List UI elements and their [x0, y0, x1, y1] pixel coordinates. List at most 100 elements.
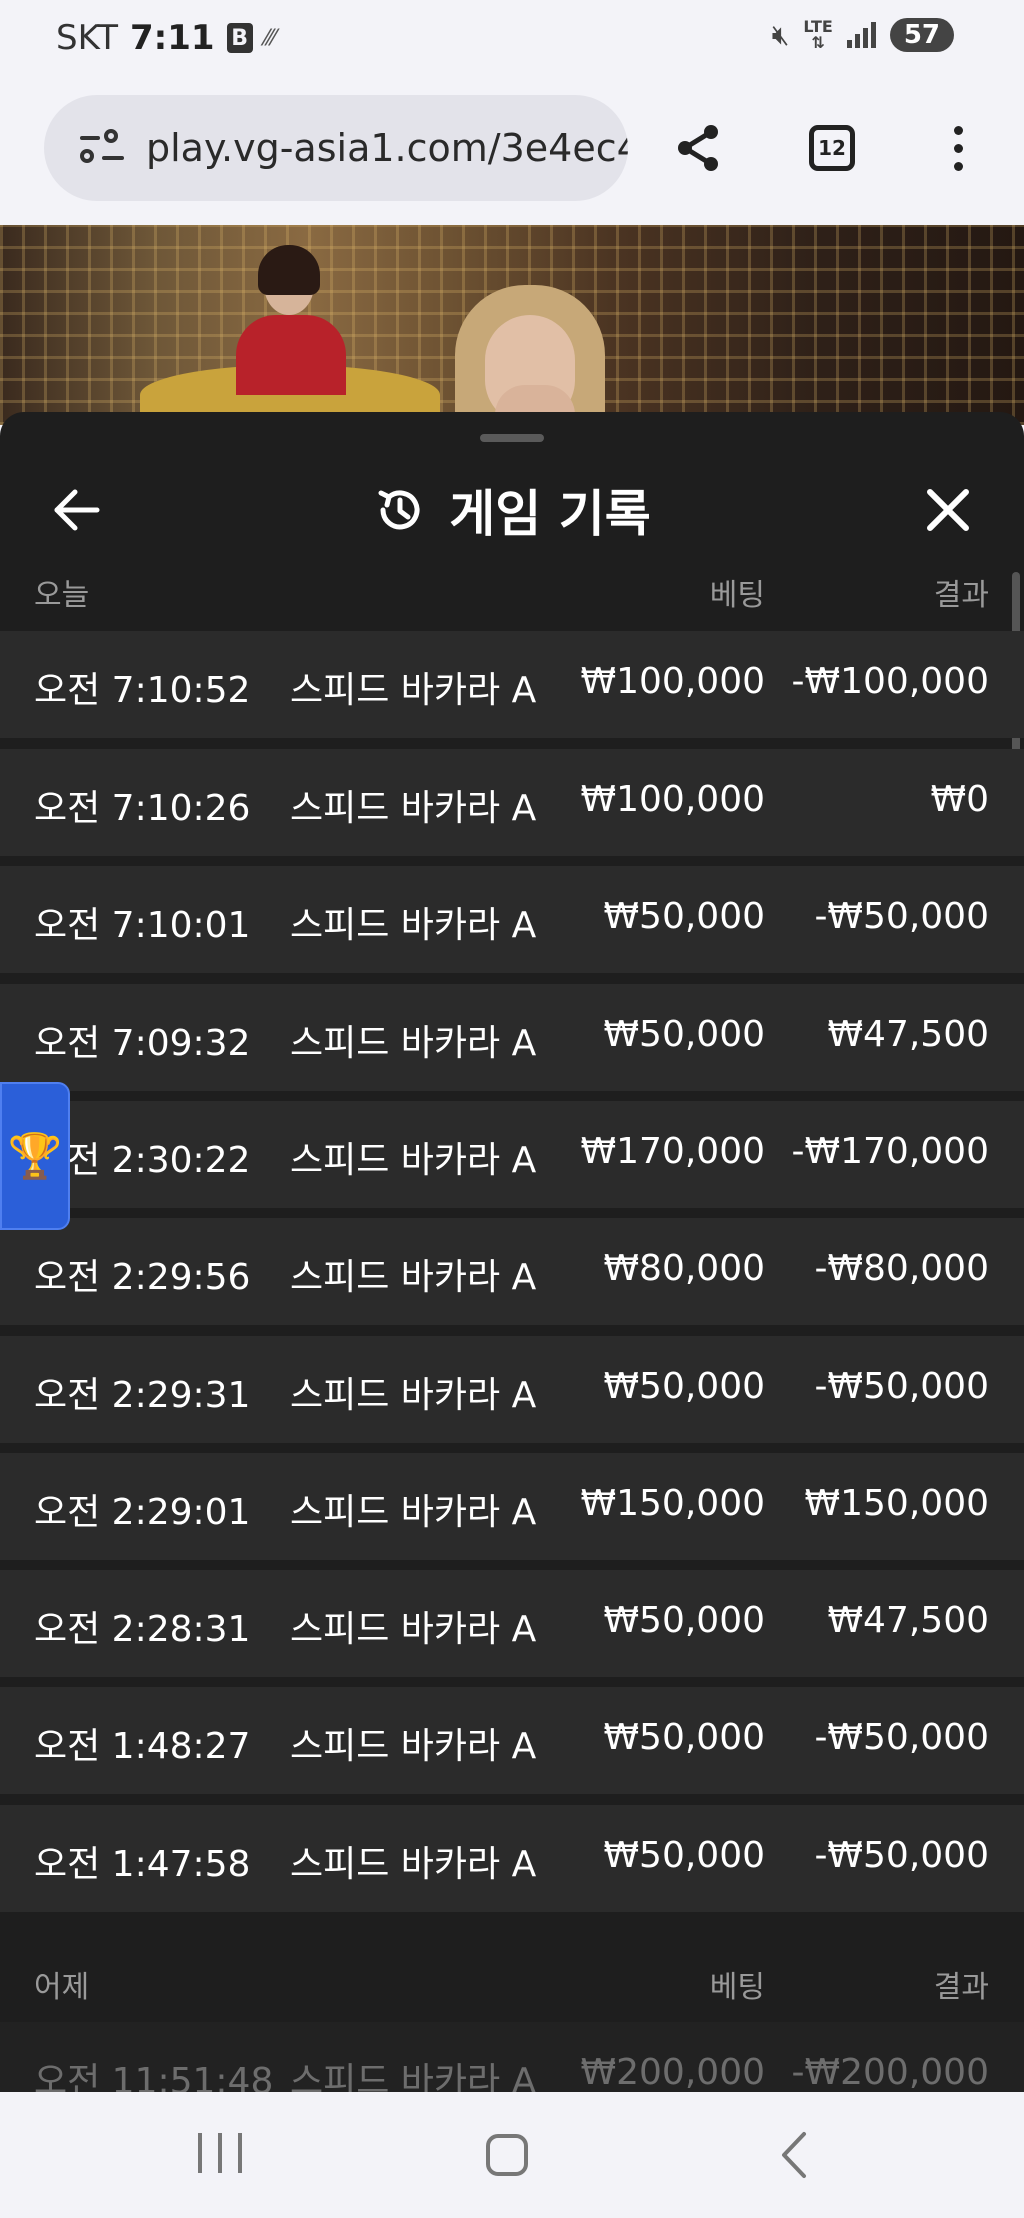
row-time: 오전 11:51:48 — [34, 2061, 274, 2092]
row-game: 스피드 바카라 A — [290, 1609, 537, 1650]
carrier-label: SKT — [56, 18, 119, 58]
home-icon[interactable] — [486, 2134, 528, 2176]
row-time: 오전 2:29:56 — [34, 1257, 251, 1298]
recent-apps-button[interactable] — [180, 2122, 260, 2188]
row-result: -₩50,000 — [814, 1835, 989, 1876]
row-game: 스피드 바카라 A — [290, 905, 537, 946]
system-nav-bar — [0, 2092, 1024, 2218]
status-right: 🔇︎ LTE ⇅ 57 — [772, 18, 954, 52]
row-game: 스피드 바카라 A — [290, 788, 537, 829]
live-video-feed — [0, 225, 1024, 425]
tab-count[interactable]: 12 — [809, 125, 855, 171]
row-bet: ₩50,000 — [603, 1014, 765, 1055]
row-result: ₩0 — [930, 779, 990, 820]
url-text[interactable]: play.vg-asia1.com/3e4ec4 — [146, 126, 628, 170]
back-button[interactable] — [46, 472, 106, 548]
battery-indicator: 57 — [889, 18, 954, 52]
history-row[interactable]: 오전 1:47:58 스피드 바카라 A ₩50,000 -₩50,000 — [0, 1805, 1024, 1912]
row-game: 스피드 바카라 A — [290, 1375, 537, 1416]
tab-switcher-button[interactable]: 12 — [802, 118, 862, 178]
bet-column-header: 베팅 — [709, 578, 765, 613]
history-row[interactable]: 오전 7:10:01 스피드 바카라 A ₩50,000 -₩50,000 — [0, 866, 1024, 973]
row-time: 오전 7:09:32 — [34, 1023, 251, 1064]
drag-handle[interactable] — [480, 434, 544, 442]
status-left: SKT 7:11 B ⁄⁄⁄ — [56, 18, 276, 58]
row-time: 오전 1:47:58 — [34, 1844, 251, 1885]
bet-column-header: 베팅 — [709, 1970, 765, 2005]
result-column-header: 결과 — [933, 1970, 989, 2005]
arrow-left-icon — [54, 489, 100, 531]
trophy-icon[interactable]: 🏆 — [8, 1130, 63, 1182]
signal-bars-icon — [846, 22, 876, 48]
trophy-button[interactable]: 🏆 — [0, 1082, 70, 1230]
site-settings-icon[interactable] — [80, 128, 124, 168]
section-header-yesterday: 어제 베팅 결과 — [0, 1952, 1024, 2012]
home-button[interactable] — [467, 2122, 547, 2188]
row-time: 오전 7:10:52 — [34, 670, 251, 711]
history-row[interactable]: 오전 2:29:31 스피드 바카라 A ₩50,000 -₩50,000 — [0, 1336, 1024, 1443]
row-bet: ₩200,000 — [580, 2052, 765, 2092]
row-result: -₩50,000 — [814, 1366, 989, 1407]
history-row[interactable]: 오전 2:29:56 스피드 바카라 A ₩80,000 -₩80,000 — [0, 1218, 1024, 1325]
history-row[interactable]: 오전 2:29:01 스피드 바카라 A ₩150,000 ₩150,000 — [0, 1453, 1024, 1560]
row-game: 스피드 바카라 A — [290, 1844, 537, 1885]
row-bet: ₩170,000 — [580, 1131, 765, 1172]
game-history-sheet: 게임 기록 오늘 베팅 결과 오전 7:10:52 스피드 바카라 A ₩100… — [0, 412, 1024, 2092]
chevron-left-icon — [782, 2132, 806, 2178]
row-result: ₩150,000 — [804, 1483, 989, 1524]
row-game: 스피드 바카라 A — [290, 1726, 537, 1767]
row-result: -₩80,000 — [814, 1248, 989, 1289]
browser-toolbar: play.vg-asia1.com/3e4ec4 12 — [0, 80, 1024, 225]
video-dealer — [236, 245, 346, 395]
history-row[interactable]: 오전 2:30:22 스피드 바카라 A ₩170,000 -₩170,000 — [0, 1101, 1024, 1208]
row-result: -₩200,000 — [791, 2052, 989, 2092]
row-bet: ₩150,000 — [580, 1483, 765, 1524]
close-button[interactable] — [918, 472, 978, 548]
section-label: 오늘 — [34, 578, 90, 613]
row-result: -₩170,000 — [791, 1131, 989, 1172]
row-game: 스피드 바카라 A — [290, 2061, 537, 2092]
row-bet: ₩100,000 — [580, 779, 765, 820]
row-result: ₩47,500 — [827, 1014, 989, 1055]
row-bet: ₩100,000 — [580, 661, 765, 702]
history-row[interactable]: 오전 7:10:26 스피드 바카라 A ₩100,000 ₩0 — [0, 749, 1024, 856]
history-row[interactable]: 오전 1:48:27 스피드 바카라 A ₩50,000 -₩50,000 — [0, 1687, 1024, 1794]
row-game: 스피드 바카라 A — [290, 670, 537, 711]
row-time: 오전 7:10:01 — [34, 905, 251, 946]
lte-icon: LTE ⇅ — [803, 17, 833, 52]
recent-apps-icon[interactable] — [190, 2133, 250, 2177]
row-time: 오전 7:10:26 — [34, 788, 251, 829]
row-game: 스피드 바카라 A — [290, 1492, 537, 1533]
b-app-icon: B — [226, 23, 253, 53]
more-vert-icon[interactable] — [953, 125, 963, 171]
history-row[interactable]: 오전 11:51:48 스피드 바카라 A ₩200,000 -₩200,000 — [0, 2022, 1024, 2092]
row-result: -₩50,000 — [814, 1717, 989, 1758]
lte-label: LTE — [803, 17, 833, 36]
status-bar: SKT 7:11 B ⁄⁄⁄ 🔇︎ LTE ⇅ 57 — [0, 0, 1024, 80]
sheet-header: 게임 기록 — [0, 472, 1024, 548]
signal-hatch-icon: ⁄⁄⁄ — [264, 25, 276, 51]
row-bet: ₩50,000 — [603, 896, 765, 937]
row-game: 스피드 바카라 A — [290, 1257, 537, 1298]
section-header-today: 오늘 베팅 결과 — [0, 560, 1024, 620]
history-icon — [378, 490, 420, 530]
history-row[interactable]: 오전 7:09:32 스피드 바카라 A ₩50,000 ₩47,500 — [0, 984, 1024, 1091]
share-button[interactable] — [669, 118, 729, 178]
row-bet: ₩50,000 — [603, 1835, 765, 1876]
mute-icon: 🔇︎ — [771, 18, 790, 51]
row-bet: ₩50,000 — [603, 1600, 765, 1641]
row-bet: ₩80,000 — [603, 1248, 765, 1289]
address-bar[interactable]: play.vg-asia1.com/3e4ec4 — [44, 95, 628, 201]
history-row[interactable]: 오전 2:28:31 스피드 바카라 A ₩50,000 ₩47,500 — [0, 1570, 1024, 1677]
back-nav-button[interactable] — [754, 2122, 834, 2188]
share-icon — [678, 125, 718, 171]
row-time: 오전 2:29:31 — [34, 1375, 251, 1416]
clock: 7:11 — [130, 18, 215, 58]
history-row[interactable]: 오전 7:10:52 스피드 바카라 A ₩100,000 -₩100,000 — [0, 631, 1024, 738]
row-game: 스피드 바카라 A — [290, 1023, 537, 1064]
row-bet: ₩50,000 — [603, 1366, 765, 1407]
browser-menu-button[interactable] — [928, 118, 988, 178]
row-time: 오전 2:28:31 — [34, 1609, 251, 1650]
row-bet: ₩50,000 — [603, 1717, 765, 1758]
row-result: -₩50,000 — [814, 896, 989, 937]
